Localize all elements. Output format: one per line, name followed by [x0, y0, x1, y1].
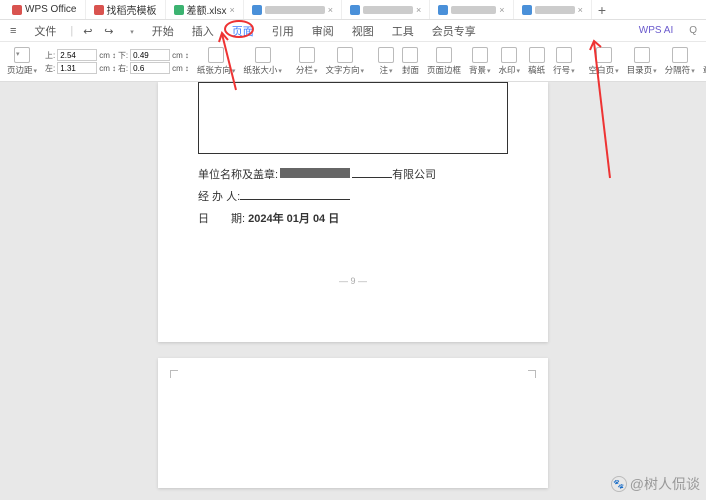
tab-wps[interactable]: WPS Office	[4, 0, 86, 19]
menu-insert[interactable]: 插入	[188, 21, 218, 41]
page-9[interactable]: 单位名称及盖章: 有限公司 经 办 人: 日 期: 2024年 01月 04 日…	[158, 82, 548, 342]
margin-bottom-input[interactable]	[130, 49, 170, 61]
close-icon[interactable]: ×	[499, 5, 504, 15]
margins-group[interactable]: 页边距	[4, 44, 40, 80]
tab-doc-blur3[interactable]: ×	[430, 0, 513, 19]
search-icon[interactable]: Q	[686, 25, 700, 36]
blank-icon	[596, 47, 612, 63]
margins-icon	[14, 47, 30, 63]
textdir-button[interactable]: 文字方向	[322, 44, 367, 80]
doc-icon	[438, 5, 448, 15]
app-tabbar: WPS Office 找稻壳模板 差额.xlsx× × × × × +	[0, 0, 706, 20]
bg-icon	[472, 47, 488, 63]
blurred-title	[451, 6, 496, 14]
margin-top-input[interactable]	[57, 49, 97, 61]
tab-doc-blur1[interactable]: ×	[244, 0, 342, 19]
qat-icon[interactable]: ↪	[104, 25, 115, 36]
papersize-icon	[255, 47, 271, 63]
doc-icon	[522, 5, 532, 15]
paw-icon: 🐾	[611, 476, 627, 492]
toc-icon	[634, 47, 650, 63]
textdir-icon	[337, 47, 353, 63]
border-icon	[436, 47, 452, 63]
menu-file[interactable]: 文件	[30, 21, 60, 41]
cover-button[interactable]: 封面	[399, 44, 422, 80]
break-icon	[672, 47, 688, 63]
tab-template[interactable]: 找稻壳模板	[86, 0, 166, 19]
menu-vip[interactable]: 会员专享	[428, 21, 480, 41]
menu-review[interactable]: 审阅	[308, 21, 338, 41]
bg-button[interactable]: 背景	[466, 44, 494, 80]
line-button[interactable]: 注	[375, 44, 397, 80]
menu-ref[interactable]: 引用	[268, 21, 298, 41]
orient-icon	[208, 47, 224, 63]
corner-mark	[170, 370, 178, 378]
qat-more[interactable]	[125, 23, 138, 39]
menu-view[interactable]: 视图	[348, 21, 378, 41]
corner-mark	[528, 370, 536, 378]
wps-ai-button[interactable]: WPS AI	[636, 25, 676, 36]
orientation-button[interactable]: 纸张方向	[194, 44, 239, 80]
columns-icon	[299, 47, 315, 63]
handler-line: 经 办 人:	[198, 188, 508, 204]
nav-button[interactable]: 章节导航	[700, 44, 706, 80]
tab-doc-blur4[interactable]: ×	[514, 0, 592, 19]
menu-start[interactable]: 开始	[148, 21, 178, 41]
redacted-text	[280, 168, 350, 178]
doc-icon	[252, 5, 262, 15]
break-button[interactable]: 分隔符	[662, 44, 698, 80]
paper-button[interactable]: 稿纸	[525, 44, 548, 80]
blurred-title	[535, 6, 575, 14]
content-box	[198, 82, 508, 154]
lineno-button[interactable]: 行号	[550, 44, 578, 80]
margin-right-input[interactable]	[130, 62, 170, 74]
blurred-title	[265, 6, 325, 14]
menu-tools[interactable]: 工具	[388, 21, 418, 41]
template-icon	[94, 5, 104, 15]
margin-left-input[interactable]	[57, 62, 97, 74]
close-icon[interactable]: ×	[416, 5, 421, 15]
close-icon[interactable]: ×	[578, 5, 583, 15]
blurred-title	[363, 6, 413, 14]
tab-spreadsheet[interactable]: 差额.xlsx×	[166, 0, 244, 19]
paper-icon	[529, 47, 545, 63]
qat-icon[interactable]: ↩	[83, 25, 94, 36]
columns-button[interactable]: 分栏	[293, 44, 321, 80]
watermark-icon	[501, 47, 517, 63]
line-icon	[378, 47, 394, 63]
menu-page[interactable]: 页面	[228, 21, 258, 41]
image-watermark: 🐾 @树人侃谈	[611, 474, 700, 494]
ribbon: 页边距 上:cm↕ 下:cm↕ 左:cm↕ 右:cm↕ 纸张方向 纸张大小 分栏…	[0, 42, 706, 82]
doc-icon	[350, 5, 360, 15]
date-line: 日 期: 2024年 01月 04 日	[198, 210, 508, 226]
margins-inputs: 上:cm↕ 下:cm↕ 左:cm↕ 右:cm↕	[42, 44, 192, 80]
org-line: 单位名称及盖章: 有限公司	[198, 166, 508, 182]
menu-bar: ≡ 文件 | ↩ ↪ 开始 插入 页面 引用 审阅 视图 工具 会员专享 WPS…	[0, 20, 706, 42]
document-canvas[interactable]: 单位名称及盖章: 有限公司 经 办 人: 日 期: 2024年 01月 04 日…	[0, 82, 706, 500]
border-button[interactable]: 页面边框	[424, 44, 464, 80]
xlsx-icon	[174, 5, 184, 15]
add-tab-button[interactable]: +	[592, 2, 612, 18]
toc-button[interactable]: 目录页	[624, 44, 660, 80]
tab-doc-blur2[interactable]: ×	[342, 0, 430, 19]
page-number: — 9 —	[198, 276, 508, 286]
watermark-button[interactable]: 水印	[496, 44, 524, 80]
lineno-icon	[556, 47, 572, 63]
close-icon[interactable]: ×	[328, 5, 333, 15]
blank-button[interactable]: 空白页	[586, 44, 622, 80]
close-icon[interactable]: ×	[230, 5, 235, 15]
menu-hamburger[interactable]: ≡	[6, 23, 20, 39]
cover-icon	[402, 47, 418, 63]
page-10[interactable]	[158, 358, 548, 488]
wps-icon	[12, 5, 22, 15]
papersize-button[interactable]: 纸张大小	[240, 44, 285, 80]
